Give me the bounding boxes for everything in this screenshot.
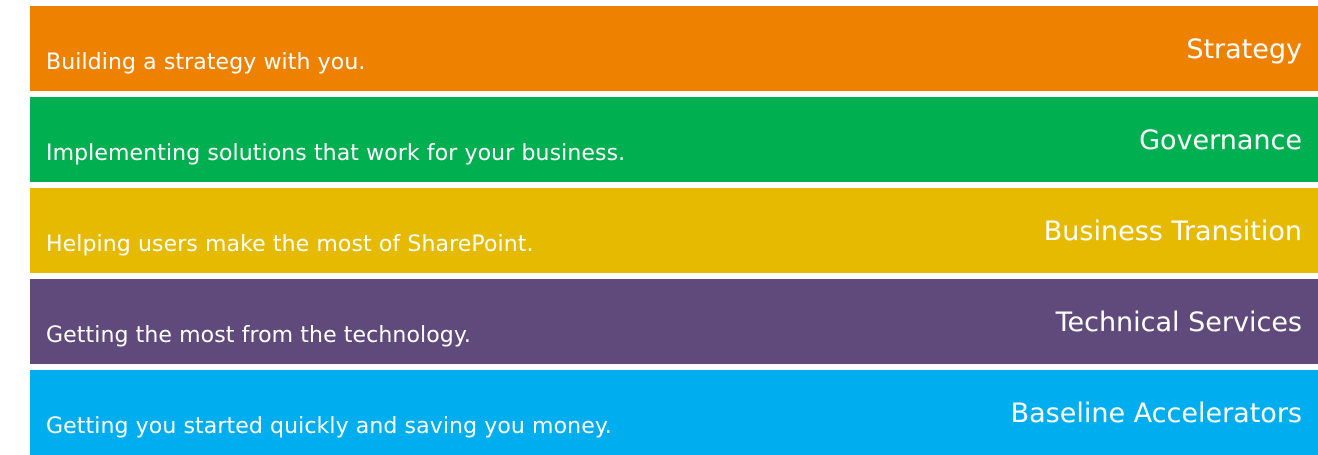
band-tagline: Building a strategy with you.	[46, 50, 366, 75]
band-service-title: Baseline Accelerators	[1010, 398, 1302, 429]
band-service-title: Governance	[1139, 125, 1302, 156]
band-governance[interactable]: Implementing solutions that work for you…	[30, 97, 1318, 182]
band-tagline: Getting the most from the technology.	[46, 323, 471, 348]
band-tagline: Helping users make the most of SharePoin…	[46, 232, 534, 257]
band-tagline: Implementing solutions that work for you…	[46, 141, 626, 166]
band-baseline-accelerators[interactable]: Getting you started quickly and saving y…	[30, 370, 1318, 455]
band-business-transition[interactable]: Helping users make the most of SharePoin…	[30, 188, 1318, 273]
band-technical-services[interactable]: Getting the most from the technology. Te…	[30, 279, 1318, 364]
band-service-title: Business Transition	[1043, 216, 1302, 247]
band-strategy[interactable]: Building a strategy with you. Strategy	[30, 6, 1318, 91]
service-bands: Building a strategy with you. Strategy I…	[0, 0, 1318, 455]
band-service-title: Strategy	[1186, 34, 1302, 65]
band-tagline: Getting you started quickly and saving y…	[46, 414, 612, 439]
band-service-title: Technical Services	[1055, 307, 1302, 338]
